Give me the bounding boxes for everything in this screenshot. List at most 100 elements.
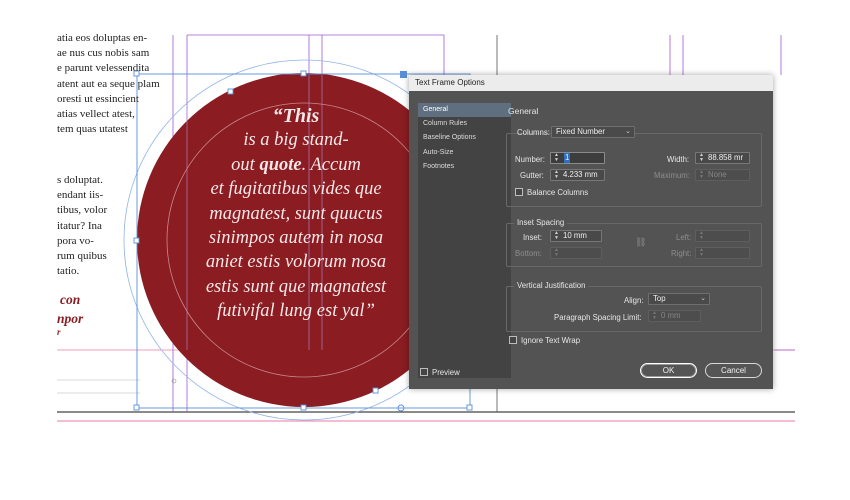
body-line: oresti ut essincient xyxy=(57,92,139,105)
left-stepper: ▲ ▼ xyxy=(695,230,750,242)
stepper-arrows-icon: ▲ ▼ xyxy=(554,247,559,258)
quote-text-run: . Accum xyxy=(301,154,361,175)
body-line: atent aut ea seque plam xyxy=(57,77,160,90)
path-anchor[interactable] xyxy=(227,88,234,95)
pull-quote[interactable]: “This is a big stand- out quote. Accum e… xyxy=(165,104,427,324)
preview-label: Preview xyxy=(432,368,460,377)
nav-item-footnotes[interactable]: Footnotes xyxy=(418,160,511,174)
nav-item-baseline-options[interactable]: Baseline Options xyxy=(418,131,511,145)
handle-bottom-center[interactable] xyxy=(300,404,307,411)
section-title: General xyxy=(508,106,539,116)
quote-line: “This xyxy=(165,104,427,128)
nav-item-general[interactable]: General xyxy=(418,103,511,117)
body-line: ae nus cus nobis sam xyxy=(57,47,150,60)
maximum-label: Maximum: xyxy=(654,171,690,180)
balance-columns-label: Balance Columns xyxy=(527,188,589,197)
left-label: Left: xyxy=(676,233,692,242)
quote-text-run: aniet estis volorum nosa xyxy=(205,252,387,273)
stepper-arrows-icon[interactable]: ▲ ▼ xyxy=(552,153,561,163)
inset-stepper[interactable]: ▲ ▼ 10 mm xyxy=(550,230,602,242)
columns-type-select[interactable]: Fixed Number ⌄ xyxy=(551,126,635,138)
width-stepper[interactable]: ▲ ▼ 88.858 mr xyxy=(695,152,750,164)
path-anchor[interactable] xyxy=(372,387,379,394)
chain-link-icon[interactable]: ⛓ xyxy=(635,237,646,248)
red-line: r xyxy=(57,327,61,337)
chevron-down-icon: ⌄ xyxy=(700,295,706,302)
body-text-middle: s doluptat. endant iis- tibus, volor ita… xyxy=(57,173,182,279)
quote-bold: “This xyxy=(272,105,320,127)
handle-bottom-right[interactable] xyxy=(466,404,473,411)
nav-item-auto-size[interactable]: Auto-Size xyxy=(418,146,511,160)
in-port-handle[interactable] xyxy=(400,71,407,78)
body-line: tibus, volor xyxy=(57,204,108,217)
stepper-arrows-icon[interactable]: ▲ ▼ xyxy=(552,170,561,180)
quote-text-run: futivifal lung est yal” xyxy=(217,301,375,322)
body-line: itatur? Ina xyxy=(57,219,102,232)
quote-line: et fugitatibus vides que xyxy=(165,177,427,201)
stepper-arrows-icon: ▲ ▼ xyxy=(699,230,704,241)
stepper-arrows-icon: ▲ ▼ xyxy=(699,247,704,258)
bottom-label: Bottom: xyxy=(515,249,542,258)
number-stepper[interactable]: ▲ ▼ 1 xyxy=(550,152,605,164)
inset-label: Inset: xyxy=(523,233,543,242)
body-line: rum quibus xyxy=(57,250,107,263)
handle-bottom-left[interactable] xyxy=(133,404,140,411)
body-line: s doluptat. xyxy=(57,174,103,186)
quote-text-run: out xyxy=(231,154,260,175)
width-value[interactable]: 88.858 mr xyxy=(708,153,743,163)
ignore-text-wrap-checkbox[interactable] xyxy=(509,336,517,344)
body-line: e parunt velessendita xyxy=(57,62,150,75)
inset-value[interactable]: 10 mm xyxy=(563,231,587,241)
dialog-title[interactable]: Text Frame Options xyxy=(409,75,773,91)
quote-text-run: estis sunt que magnatest xyxy=(205,276,387,297)
align-label: Align: xyxy=(624,296,644,305)
ok-button[interactable]: OK xyxy=(640,363,697,378)
cancel-button[interactable]: Cancel xyxy=(705,363,762,378)
balance-columns-checkbox[interactable] xyxy=(515,188,523,196)
right-label: Right: xyxy=(671,249,692,258)
preview-checkbox[interactable] xyxy=(420,368,428,376)
columns-label: Columns: xyxy=(517,128,550,137)
align-select[interactable]: Top ⌄ xyxy=(648,293,710,305)
body-text-top: atia eos doluptas en- ae nus cus nobis s… xyxy=(57,31,182,137)
quote-text-run: sinimpos autem in nosa xyxy=(208,228,384,249)
handle-top-center[interactable] xyxy=(300,70,307,77)
paragraph-spacing-stepper: ▲ ▼ 0 mm xyxy=(648,310,701,322)
paragraph-spacing-value: 0 mm xyxy=(661,311,681,320)
quote-bold: quote xyxy=(259,154,302,175)
quote-text-run: et fugitatibus vides que xyxy=(210,179,382,200)
body-line: endant iis- xyxy=(57,189,104,202)
stepper-arrows-icon[interactable]: ▲ ▼ xyxy=(697,153,706,163)
ignore-text-wrap-label: Ignore Text Wrap xyxy=(521,336,581,345)
options-nav: General Column Rules Baseline Options Au… xyxy=(418,103,511,378)
body-line: atias vellect atest, xyxy=(57,108,135,121)
quote-line: magnatest, sunt quucus xyxy=(165,202,427,226)
maximum-stepper: ▲ ▼ None xyxy=(695,169,750,181)
right-stepper: ▲ ▼ xyxy=(695,247,750,259)
quote-text-run: is a big stand- xyxy=(243,130,349,151)
inset-spacing-legend: Inset Spacing xyxy=(514,218,568,227)
vertical-justification-group xyxy=(506,286,762,332)
body-line: atia eos doluptas en- xyxy=(57,32,148,44)
red-subheading: con npor r xyxy=(57,290,83,337)
maximum-value: None xyxy=(708,170,727,179)
gutter-value[interactable]: 4.233 mm xyxy=(563,170,598,180)
number-value[interactable]: 1 xyxy=(564,153,571,163)
quote-line: aniet estis volorum nosa xyxy=(165,250,427,274)
width-label: Width: xyxy=(667,155,690,164)
stepper-arrows-icon[interactable]: ▲ ▼ xyxy=(552,231,561,241)
nav-item-column-rules[interactable]: Column Rules xyxy=(418,117,511,131)
gutter-stepper[interactable]: ▲ ▼ 4.233 mm xyxy=(550,169,605,181)
quote-line: sinimpos autem in nosa xyxy=(165,226,427,250)
body-line: tatio. xyxy=(57,265,80,278)
quote-line: is a big stand- xyxy=(165,128,427,152)
chevron-down-icon: ⌄ xyxy=(625,128,631,135)
stepper-arrows-icon: ▲ ▼ xyxy=(652,310,657,321)
bottom-stepper: ▲ ▼ xyxy=(550,247,602,259)
paragraph-spacing-label: Paragraph Spacing Limit: xyxy=(554,313,642,322)
quote-text-run: magnatest, sunt quucus xyxy=(209,203,383,224)
quote-line: out quote. Accum xyxy=(165,153,427,177)
vertical-justification-legend: Vertical Justification xyxy=(514,281,589,290)
number-label: Number: xyxy=(515,155,545,164)
text-frame-options-dialog[interactable]: Text Frame Options General Column Rules … xyxy=(409,75,773,389)
